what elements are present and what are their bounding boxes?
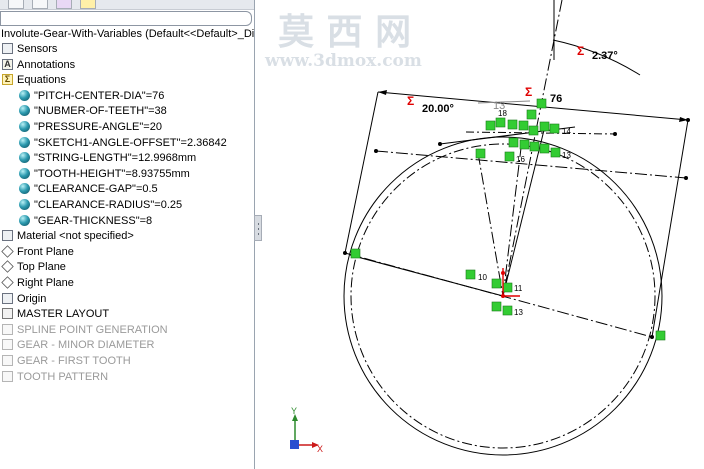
watermark-chars: 莫 西 网 bbox=[278, 11, 411, 53]
relation-label: 13 bbox=[514, 308, 523, 317]
tree-item-label: "CLEARANCE-RADIUS"=0.25 bbox=[34, 199, 183, 211]
tree-item-label: "NUBMER-OF-TEETH"=38 bbox=[34, 105, 167, 118]
tree-item-label: "SKETCH1-ANGLE-OFFSET"=2.36842 bbox=[34, 136, 227, 149]
sigma-pressure-angle: Σ bbox=[407, 94, 414, 108]
plane-icon bbox=[1, 260, 14, 274]
tree-item-label: "TOOTH-HEIGHT"=8.93755mm bbox=[34, 167, 190, 180]
tree-item-label: "STRING-LENGTH"=12.9968mm bbox=[34, 152, 197, 165]
dimension-extension-line-right[interactable] bbox=[651, 119, 689, 338]
tree-item-label: MASTER LAYOUT bbox=[17, 308, 110, 321]
splitter-grip bbox=[258, 233, 259, 235]
sigma-pitch-diameter: Σ bbox=[525, 85, 532, 99]
relation-label: 10 bbox=[478, 273, 487, 282]
tangent-construction-line[interactable] bbox=[375, 150, 687, 179]
sketch-point[interactable] bbox=[438, 142, 442, 146]
relation-label: 13 bbox=[562, 151, 571, 160]
annotations-icon: A bbox=[2, 58, 13, 70]
tree-item-label: "CLEARANCE-GAP"=0.5 bbox=[34, 183, 158, 196]
origin-icon bbox=[2, 292, 13, 304]
tree-item-label: Equations bbox=[17, 74, 66, 87]
view-triad[interactable] bbox=[290, 414, 319, 449]
global-variable-icon bbox=[19, 105, 30, 117]
sketch-point[interactable] bbox=[650, 335, 654, 339]
tree-item-label: Right Plane bbox=[17, 277, 74, 289]
radial-line-right[interactable] bbox=[502, 147, 522, 297]
feature-manager-toolbar bbox=[0, 0, 254, 10]
tree-item-label: "PITCH-CENTER-DIA"=76 bbox=[34, 89, 165, 102]
tree-item-label: SPLINE POINT GENERATION bbox=[17, 323, 168, 336]
pressure-angle-dimension[interactable]: 20.00° bbox=[422, 103, 454, 115]
tree-item-label: GEAR - MINOR DIAMETER bbox=[17, 339, 155, 352]
relation-label: 16 bbox=[516, 155, 525, 164]
property-manager-tab[interactable] bbox=[32, 0, 48, 9]
global-variable-icon bbox=[19, 183, 30, 195]
sketch-point[interactable] bbox=[686, 118, 690, 122]
triad-x-label: X bbox=[317, 444, 323, 454]
sketch-icon bbox=[2, 370, 13, 382]
tree-item-label: Front Plane bbox=[17, 245, 74, 258]
watermark-url: www.3dmox.com bbox=[264, 51, 422, 71]
tree-item-label: "PRESSURE-ANGLE"=20 bbox=[34, 121, 162, 133]
graphics-area[interactable]: 莫 西 网 www.3dmox.com Σ 2.37° Σ 20.00° Σ 7… bbox=[263, 0, 704, 469]
sensor-folder-icon bbox=[2, 43, 13, 54]
splitter-grip bbox=[258, 223, 259, 225]
splitter-grip bbox=[258, 228, 259, 230]
plane-icon bbox=[1, 245, 14, 258]
feature-manager-tree: Involute-Gear-With-Variables (Default<<D… bbox=[0, 0, 255, 469]
tree-item-label: Annotations bbox=[17, 58, 76, 71]
feature-tree-tab[interactable] bbox=[8, 0, 24, 9]
sketch-icon bbox=[2, 308, 13, 320]
tree-item-label: Origin bbox=[17, 292, 47, 305]
sketch-icon bbox=[2, 339, 13, 351]
global-variable-icon bbox=[19, 136, 30, 148]
tree-filter-input[interactable] bbox=[0, 11, 252, 26]
equations-icon: Σ bbox=[2, 74, 13, 86]
dimension-extension-line-left[interactable] bbox=[344, 91, 379, 254]
global-variable-icon bbox=[19, 152, 30, 164]
tree-item-label: "GEAR-THICKNESS"=8 bbox=[34, 214, 153, 227]
global-variable-icon bbox=[19, 121, 30, 132]
tree-item-label: Sensors bbox=[17, 43, 58, 55]
display-manager-tab[interactable] bbox=[80, 0, 96, 9]
relation-label: 18 bbox=[498, 109, 507, 118]
tree-root-label: Involute-Gear-With-Variables (Default<<D… bbox=[1, 28, 255, 40]
triad-y-label: Y bbox=[291, 406, 297, 416]
tree-item-label: Material <not specified> bbox=[17, 230, 134, 243]
dimension-arrow-left bbox=[378, 90, 387, 95]
configuration-manager-tab[interactable] bbox=[56, 0, 72, 9]
sigma-angle-offset: Σ bbox=[577, 44, 584, 58]
sketch-point[interactable] bbox=[613, 132, 617, 136]
sketch-icon bbox=[2, 323, 13, 335]
global-variable-icon bbox=[19, 89, 30, 101]
plane-icon bbox=[1, 276, 14, 289]
tree-item-label: GEAR - FIRST TOOTH bbox=[17, 355, 131, 367]
angle-offset-dimension[interactable]: 2.37° bbox=[592, 50, 618, 62]
sketch-icon bbox=[2, 355, 13, 366]
center-to-tooth-line[interactable] bbox=[502, 125, 546, 297]
global-variable-icon bbox=[19, 214, 30, 226]
sketch-canvas[interactable]: 莫 西 网 www.3dmox.com Σ 2.37° Σ 20.00° Σ 7… bbox=[263, 0, 704, 469]
panel-splitter-handle[interactable] bbox=[254, 215, 262, 241]
tree-item-label: TOOTH PATTERN bbox=[17, 370, 109, 383]
global-variable-icon bbox=[19, 167, 30, 179]
sketch-point[interactable] bbox=[684, 176, 688, 180]
relation-label: 14 bbox=[562, 127, 571, 136]
root-construction-line[interactable] bbox=[465, 131, 616, 135]
relation-label: 11 bbox=[514, 284, 523, 293]
pitch-diameter-dimension[interactable]: 76 bbox=[550, 93, 562, 105]
sketch-point[interactable] bbox=[374, 149, 378, 153]
tree-item-label: Top Plane bbox=[17, 261, 66, 274]
global-variable-icon bbox=[19, 199, 30, 210]
sketch-point[interactable] bbox=[343, 251, 347, 255]
material-icon bbox=[2, 230, 13, 242]
